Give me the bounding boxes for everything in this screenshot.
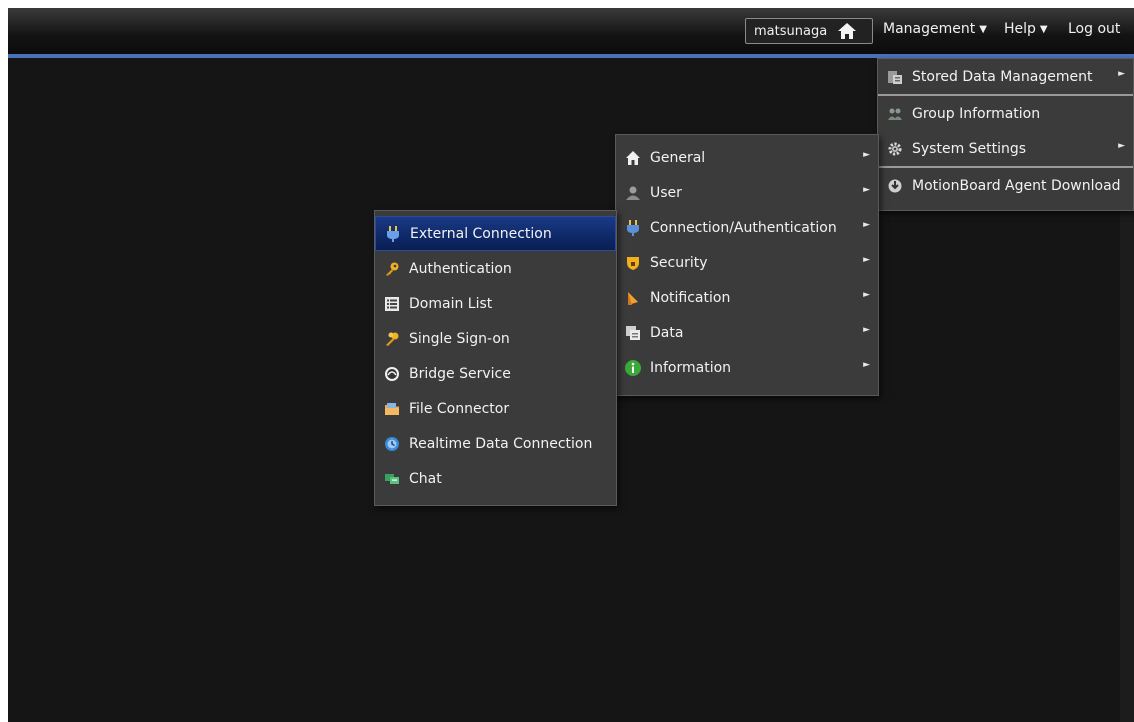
menu-item-file-connector[interactable]: File Connector bbox=[375, 391, 616, 426]
menu-item-chat[interactable]: Chat bbox=[375, 461, 616, 496]
plug-icon bbox=[624, 219, 642, 237]
house-icon bbox=[624, 149, 642, 167]
chevron-right-icon: ► bbox=[863, 220, 870, 230]
menu-item-label: Data bbox=[650, 324, 684, 341]
menu-item-label: System Settings bbox=[912, 140, 1027, 157]
menu-item-label: External Connection bbox=[410, 225, 552, 242]
chevron-right-icon: ► bbox=[863, 290, 870, 300]
menu-item-group-information[interactable]: Group Information bbox=[878, 96, 1133, 131]
menu-item-label: Information bbox=[650, 359, 732, 376]
menu-item-bridge-service[interactable]: Bridge Service bbox=[375, 356, 616, 391]
user-icon bbox=[624, 184, 642, 202]
chevron-right-icon: ► bbox=[863, 360, 870, 370]
username-label: matsunaga bbox=[754, 23, 828, 39]
shield-icon bbox=[624, 254, 642, 272]
database-icon bbox=[886, 68, 904, 86]
management-menu-button[interactable]: Management ▼ bbox=[883, 21, 987, 37]
menu-item-label: Chat bbox=[409, 470, 442, 487]
user-home-button[interactable]: matsunaga bbox=[745, 18, 873, 44]
chevron-right-icon: ► bbox=[863, 150, 870, 160]
chevron-down-icon: ▼ bbox=[979, 23, 987, 35]
management-label: Management bbox=[883, 21, 976, 37]
connection-authentication-submenu: External Connection Authentication Domai… bbox=[374, 210, 617, 506]
menu-item-domain-list[interactable]: Domain List bbox=[375, 286, 616, 321]
list-icon bbox=[383, 295, 401, 313]
menu-item-data[interactable]: Data ► bbox=[616, 315, 878, 350]
logout-label: Log out bbox=[1068, 21, 1121, 37]
keys-icon bbox=[383, 330, 401, 348]
menu-item-label: Group Information bbox=[912, 105, 1041, 122]
menu-item-stored-data-management[interactable]: Stored Data Management ► bbox=[878, 59, 1133, 94]
data-icon bbox=[624, 324, 642, 342]
key-icon bbox=[383, 260, 401, 278]
menu-item-label: Single Sign-on bbox=[409, 330, 510, 347]
menu-item-label: MotionBoard Agent Download bbox=[912, 177, 1121, 194]
group-icon bbox=[886, 105, 904, 123]
chevron-right-icon: ► bbox=[1118, 69, 1125, 79]
menu-item-security[interactable]: Security ► bbox=[616, 245, 878, 280]
menu-item-single-sign-on[interactable]: Single Sign-on bbox=[375, 321, 616, 356]
bell-icon bbox=[624, 289, 642, 307]
chat-icon bbox=[383, 470, 401, 488]
menu-item-label: Security bbox=[650, 254, 708, 271]
menu-item-motionboard-agent-download[interactable]: MotionBoard Agent Download bbox=[878, 168, 1133, 203]
menu-item-user[interactable]: User ► bbox=[616, 175, 878, 210]
app-window: matsunaga Management ▼ Help ▼ Log out St… bbox=[8, 8, 1134, 722]
menu-item-label: Domain List bbox=[409, 295, 493, 312]
gear-icon bbox=[886, 140, 904, 158]
chevron-right-icon: ► bbox=[863, 255, 870, 265]
bridge-icon bbox=[383, 365, 401, 383]
info-icon bbox=[624, 359, 642, 377]
menu-item-label: Bridge Service bbox=[409, 365, 511, 382]
system-settings-submenu: General ► User ► Connection/Authenticati… bbox=[615, 134, 879, 396]
menu-item-label: File Connector bbox=[409, 400, 510, 417]
chevron-right-icon: ► bbox=[1118, 141, 1125, 151]
agent-download-icon bbox=[886, 177, 904, 195]
menu-item-system-settings[interactable]: System Settings ► bbox=[878, 131, 1133, 166]
management-dropdown: Stored Data Management ► Group Informati… bbox=[877, 58, 1134, 211]
chevron-down-icon: ▼ bbox=[1039, 23, 1048, 35]
menu-item-label: Connection/Authentication bbox=[650, 219, 837, 236]
menu-item-information[interactable]: Information ► bbox=[616, 350, 878, 385]
menu-item-connection-authentication[interactable]: Connection/Authentication ► bbox=[616, 210, 878, 245]
menu-item-label: Realtime Data Connection bbox=[409, 435, 593, 452]
menu-item-label: Authentication bbox=[409, 260, 512, 277]
menu-item-general[interactable]: General ► bbox=[616, 140, 878, 175]
help-menu-button[interactable]: Help ▼ bbox=[1004, 21, 1048, 37]
menu-item-label: User bbox=[650, 184, 682, 201]
home-icon[interactable] bbox=[837, 22, 857, 40]
chevron-right-icon: ► bbox=[863, 185, 870, 195]
menu-item-realtime-data-connection[interactable]: Realtime Data Connection bbox=[375, 426, 616, 461]
menu-item-external-connection[interactable]: External Connection bbox=[375, 216, 616, 251]
folder-icon bbox=[383, 400, 401, 418]
menu-item-notification[interactable]: Notification ► bbox=[616, 280, 878, 315]
menu-item-label: Notification bbox=[650, 289, 731, 306]
realtime-icon bbox=[383, 435, 401, 453]
menu-item-authentication[interactable]: Authentication bbox=[375, 251, 616, 286]
menu-item-label: General bbox=[650, 149, 706, 166]
menu-item-label: Stored Data Management bbox=[912, 68, 1093, 85]
chevron-right-icon: ► bbox=[863, 325, 870, 335]
logout-link[interactable]: Log out bbox=[1068, 21, 1120, 37]
help-label: Help bbox=[1004, 21, 1036, 37]
plug-icon bbox=[384, 225, 402, 243]
